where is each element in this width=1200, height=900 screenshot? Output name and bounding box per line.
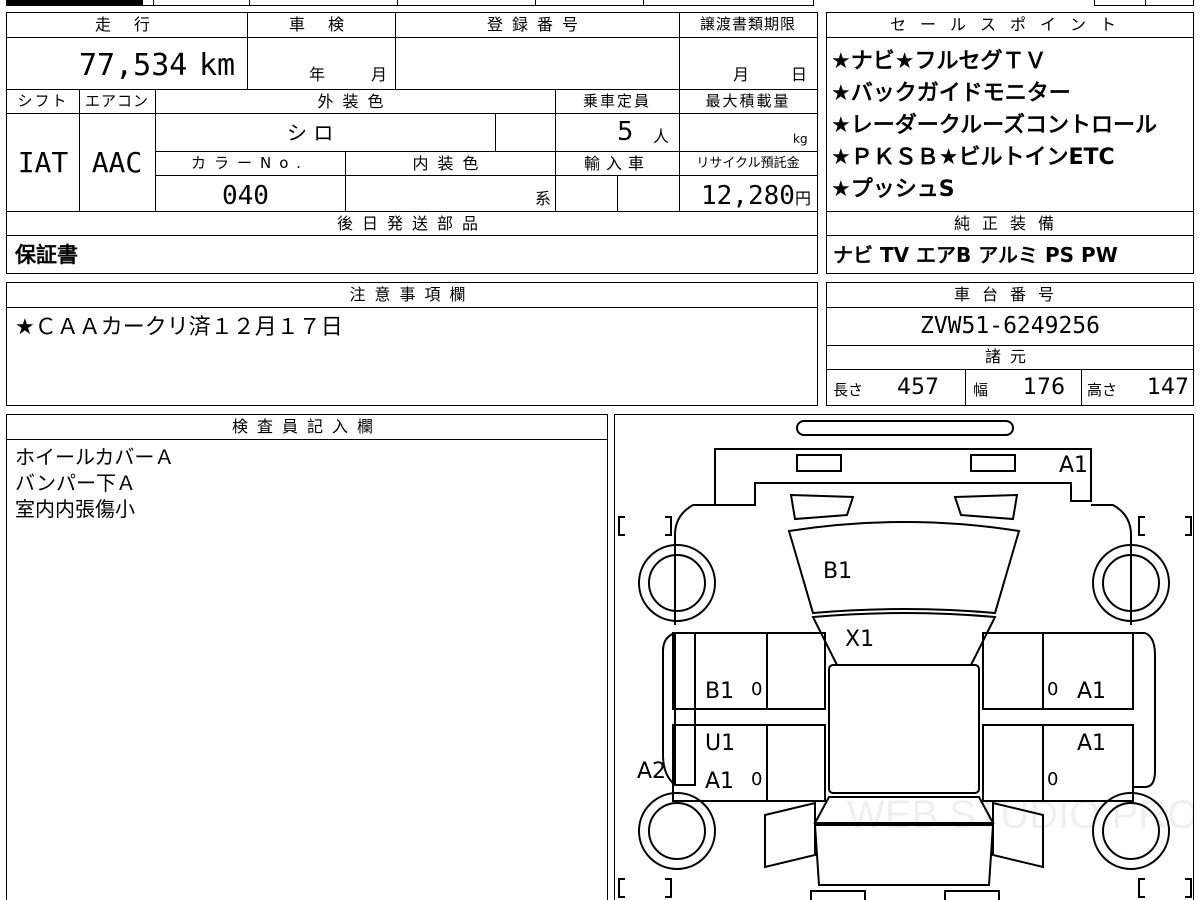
exterior-color-header: 外装色 xyxy=(317,92,393,111)
capacity-value: 5 xyxy=(617,117,634,147)
inspector-note-1: ホイールカバーＡ xyxy=(15,445,175,469)
watermark: WEB STUDIO PRO xyxy=(847,793,1194,837)
max-load-header: 最大積載量 xyxy=(705,92,791,110)
capacity-header: 乗車定員 xyxy=(582,92,651,110)
genuine-equipment-header: 純正装備 xyxy=(953,214,1066,233)
damage-mark-front-bumper: A1 xyxy=(1059,453,1089,478)
inspector-box: 検査員記入欄 ホイールカバーＡ バンパー下Ａ 室内内張傷小 xyxy=(6,414,608,900)
height-label: 高さ xyxy=(1087,381,1118,399)
shift-value: IAT xyxy=(17,146,69,179)
zero-mark-rr: 0 xyxy=(1047,769,1059,790)
width-value: 176 xyxy=(1023,375,1065,400)
sales-points-box: セールスポイント ★ナビ★フルセグＴＶ ★バックガイドモニター ★レーダークルー… xyxy=(826,12,1194,274)
mileage-header: 走 行 xyxy=(94,15,160,34)
import-header: 輸入車 xyxy=(583,154,650,173)
length-value: 457 xyxy=(897,375,939,400)
sales-point-2: ★バックガイドモニター xyxy=(831,81,1071,106)
zero-mark-rf: 0 xyxy=(1047,679,1059,700)
exterior-color-value: シ ロ xyxy=(287,121,334,145)
shift-header: シフト xyxy=(17,92,69,110)
chassis-number-value: ZVW51-6249256 xyxy=(919,313,1100,339)
transfer-month-unit: 月 xyxy=(733,65,750,84)
length-label: 長さ xyxy=(833,381,864,399)
zero-mark-lf: 0 xyxy=(751,679,763,700)
width-label: 幅 xyxy=(973,381,989,399)
recycle-deposit-header: リサイクル預託金 xyxy=(696,156,800,171)
damage-mark-left-rocker: A2 xyxy=(637,759,667,784)
car-damage-diagram: A1 B1 X1 B1 A1 U1 A1 A1 A2 0 0 0 0 WEB S… xyxy=(614,414,1194,900)
damage-mark-left-rear-door-top: U1 xyxy=(705,731,736,756)
height-value: 147 xyxy=(1147,375,1189,400)
inspector-note-3: 室内内張傷小 xyxy=(15,497,135,521)
later-parts-header: 後日発送部品 xyxy=(336,214,487,233)
notes-value: ★ＣＡＡカークリ済１２月１７日 xyxy=(15,315,343,340)
transfer-deadline-header: 譲渡書類期限 xyxy=(699,15,796,33)
registration-header: 登録番号 xyxy=(486,15,587,34)
transfer-day-unit: 日 xyxy=(791,65,808,84)
sales-point-5: ★プッシュS xyxy=(831,177,955,202)
zero-mark-lr: 0 xyxy=(751,769,763,790)
color-no-header: カラーNo. xyxy=(191,154,309,172)
aircon-value: AAC xyxy=(91,146,143,179)
interior-color-header: 内装色 xyxy=(412,154,488,173)
recycle-deposit-value: 12,280 xyxy=(701,181,795,211)
later-parts-value: 保証書 xyxy=(15,243,78,267)
damage-mark-right-front-door: A1 xyxy=(1077,679,1107,704)
damage-mark-windshield: X1 xyxy=(845,627,875,652)
damage-mark-left-front-door: B1 xyxy=(705,679,735,704)
max-load-unit: kg xyxy=(793,132,808,146)
damage-mark-left-rear-door: A1 xyxy=(705,769,735,794)
sales-points-header: セールスポイント xyxy=(889,15,1130,34)
sales-point-1: ★ナビ★フルセグＴＶ xyxy=(831,49,1047,74)
shaken-month-unit: 月 xyxy=(371,65,388,84)
aircon-header: エアコン xyxy=(84,92,149,110)
shaken-year-unit: 年 xyxy=(309,65,326,84)
capacity-unit: 人 xyxy=(653,127,670,146)
vehicle-info-table: 走 行 車 検 登録番号 譲渡書類期限 77,534 km 年 月 月 日 シフ… xyxy=(6,12,818,274)
color-no-value: 040 xyxy=(222,181,269,211)
mileage-unit: km xyxy=(199,48,236,83)
top-strip xyxy=(6,0,814,6)
inspector-header: 検査員記入欄 xyxy=(231,417,382,436)
genuine-equipment-value: ナビ TV エアB アルミ PS PW xyxy=(833,243,1118,267)
notes-box: 注意事項欄 ★ＣＡＡカークリ済１２月１７日 xyxy=(6,282,818,406)
interior-color-suffix: 系 xyxy=(535,189,552,208)
chassis-specs-box: 車台番号 ZVW51-6249256 諸元 長さ 457 幅 176 高さ 14… xyxy=(826,282,1194,406)
damage-mark-hood: B1 xyxy=(823,559,853,584)
notes-header: 注意事項欄 xyxy=(349,285,475,304)
sales-point-3: ★レーダークルーズコントロール xyxy=(831,113,1157,138)
sales-point-4: ★ＰＫＳＢ★ビルトインETC xyxy=(831,145,1115,170)
damage-mark-right-rear-door: A1 xyxy=(1077,731,1107,756)
chassis-number-header: 車台番号 xyxy=(953,285,1066,304)
inspector-note-2: バンパー下Ａ xyxy=(15,471,136,495)
shaken-header: 車 検 xyxy=(288,15,354,34)
top-strip-right xyxy=(1094,0,1194,6)
specs-header: 諸元 xyxy=(984,347,1035,366)
recycle-unit: 円 xyxy=(795,189,812,208)
mileage-value: 77,534 xyxy=(79,48,188,83)
